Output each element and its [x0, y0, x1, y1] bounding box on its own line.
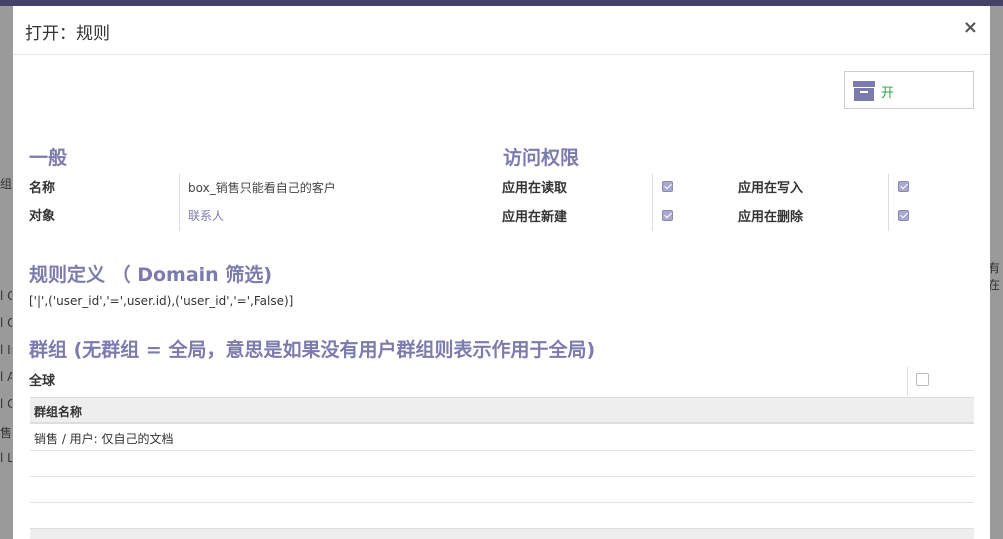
groups-table-footer — [30, 528, 974, 539]
write-checkbox[interactable] — [898, 181, 909, 192]
background-row: l In — [0, 343, 12, 357]
background-row: l L — [0, 451, 12, 465]
access-section-title: 访问权限 — [503, 147, 580, 169]
active-status-label: 开 — [881, 86, 895, 101]
create-checkbox[interactable] — [662, 210, 673, 221]
domain-section-title: 规则定义 （ Domain 筛选) — [29, 264, 273, 286]
active-toggle-button[interactable]: 开 — [844, 71, 974, 109]
dialog-title: 打开：规则 — [25, 24, 110, 44]
background-row: l C — [0, 397, 12, 411]
object-label: 对象 — [29, 209, 56, 224]
global-label: 全球 — [29, 374, 56, 389]
dialog-header: 打开：规则 × — [13, 6, 990, 55]
field-divider — [652, 174, 653, 231]
close-button[interactable]: × — [963, 17, 978, 38]
field-divider — [907, 367, 908, 396]
name-label: 名称 — [29, 181, 56, 196]
groups-section-title: 群组 (无群组 = 全局，意思是如果没有用户群组则表示作用于全局) — [29, 339, 596, 361]
background-partial-label: 组 — [0, 177, 12, 191]
groups-table-header[interactable]: 群组名称 — [30, 397, 974, 424]
table-row[interactable] — [30, 451, 974, 477]
background-row: l C — [0, 316, 12, 330]
background-row: l A — [0, 370, 12, 384]
group-name-cell: 销售 / 用户: 仅自己的文档 — [34, 432, 174, 446]
background-column-label: 有在 — [988, 261, 1001, 292]
global-checkbox[interactable] — [916, 373, 929, 386]
field-divider — [179, 174, 180, 231]
background-row: l C — [0, 289, 12, 303]
field-divider — [888, 174, 889, 231]
delete-label: 应用在删除 — [738, 210, 804, 225]
table-row[interactable]: 销售 / 用户: 仅自己的文档 — [30, 425, 974, 451]
general-section-title: 一般 — [29, 147, 68, 169]
table-row[interactable] — [30, 477, 974, 503]
name-value[interactable]: box_销售只能看自己的客户 — [188, 179, 336, 196]
background-row: 售只 — [0, 426, 12, 440]
write-label: 应用在写入 — [738, 181, 804, 196]
create-label: 应用在新建 — [502, 210, 568, 225]
delete-checkbox[interactable] — [898, 210, 909, 221]
group-name-column-header: 群组名称 — [34, 405, 83, 419]
rule-dialog: 打开：规则 × 开 一般 名称 box_销售只能看自己的客户 对象 联系人 访问… — [13, 6, 990, 539]
domain-filter-value[interactable]: ['|',('user_id','=',user.id),('user_id',… — [29, 294, 293, 308]
read-checkbox[interactable] — [662, 181, 673, 192]
object-link[interactable]: 联系人 — [188, 207, 224, 224]
read-label: 应用在读取 — [502, 181, 568, 196]
archive-icon — [853, 81, 875, 101]
